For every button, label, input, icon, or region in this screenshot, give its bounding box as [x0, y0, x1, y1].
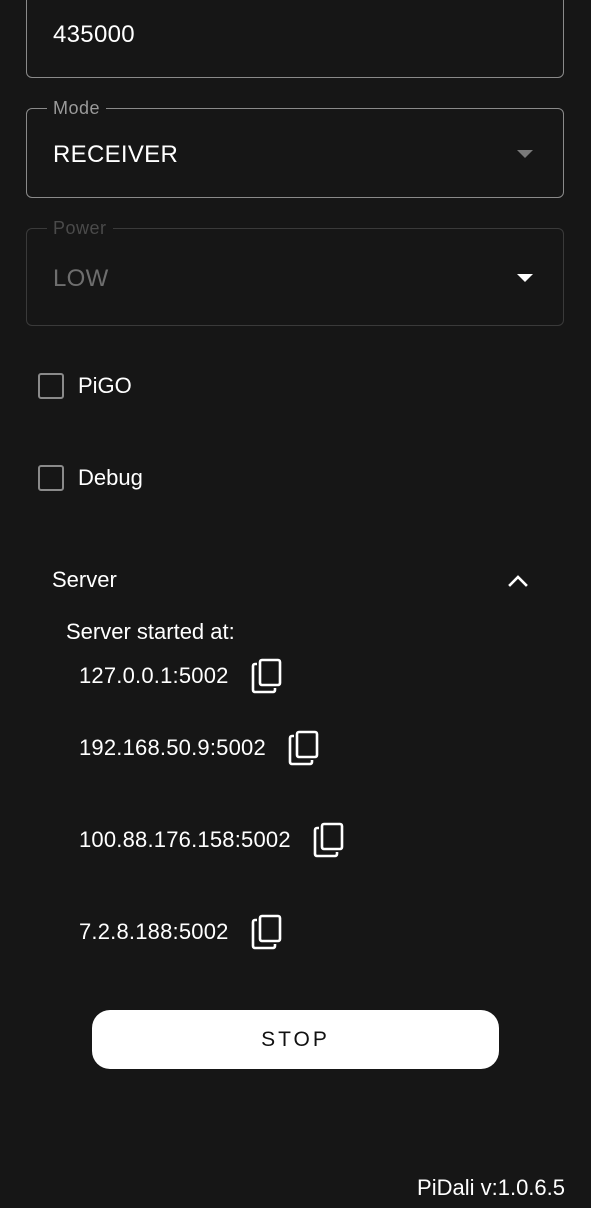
power-select[interactable]: Power LOW	[26, 218, 564, 326]
server-started-text: Server started at:	[66, 619, 235, 644]
debug-checkbox[interactable]: Debug	[38, 465, 143, 491]
copy-icon[interactable]	[313, 822, 345, 858]
server-address-row: 192.168.50.9:5002	[79, 730, 320, 766]
server-address: 100.88.176.158:5002	[79, 827, 291, 852]
mode-label: Mode	[47, 98, 107, 119]
checkbox-box[interactable]	[38, 373, 64, 399]
mode-value: RECEIVER	[53, 141, 179, 168]
server-address-row: 100.88.176.158:5002	[79, 822, 345, 858]
power-label: Power	[47, 218, 113, 239]
frequency-field[interactable]: 435000	[26, 0, 564, 78]
server-address-row: 7.2.8.188:5002	[79, 914, 283, 950]
server-address: 127.0.0.1:5002	[79, 663, 229, 688]
checkbox-box[interactable]	[38, 465, 64, 491]
power-value: LOW	[53, 265, 109, 292]
chevron-up-icon[interactable]	[508, 571, 528, 591]
debug-checkbox-label: Debug	[78, 465, 143, 490]
server-accordion-header[interactable]: Server	[52, 565, 532, 597]
stop-button[interactable]: STOP	[92, 1010, 499, 1069]
caret-down-icon	[517, 150, 533, 158]
server-address: 7.2.8.188:5002	[79, 919, 229, 944]
copy-icon[interactable]	[288, 730, 320, 766]
copy-icon[interactable]	[251, 658, 283, 694]
mode-select[interactable]: Mode RECEIVER	[26, 98, 564, 198]
server-title: Server	[52, 567, 117, 592]
version-label: PiDali v:1.0.6.5	[417, 1175, 565, 1200]
frequency-value: 435000	[53, 21, 135, 48]
pigo-checkbox-label: PiGO	[78, 373, 132, 398]
server-address-row: 127.0.0.1:5002	[79, 658, 283, 694]
copy-icon[interactable]	[251, 914, 283, 950]
pigo-checkbox[interactable]: PiGO	[38, 373, 132, 399]
server-address: 192.168.50.9:5002	[79, 735, 266, 760]
caret-down-icon	[517, 274, 533, 282]
